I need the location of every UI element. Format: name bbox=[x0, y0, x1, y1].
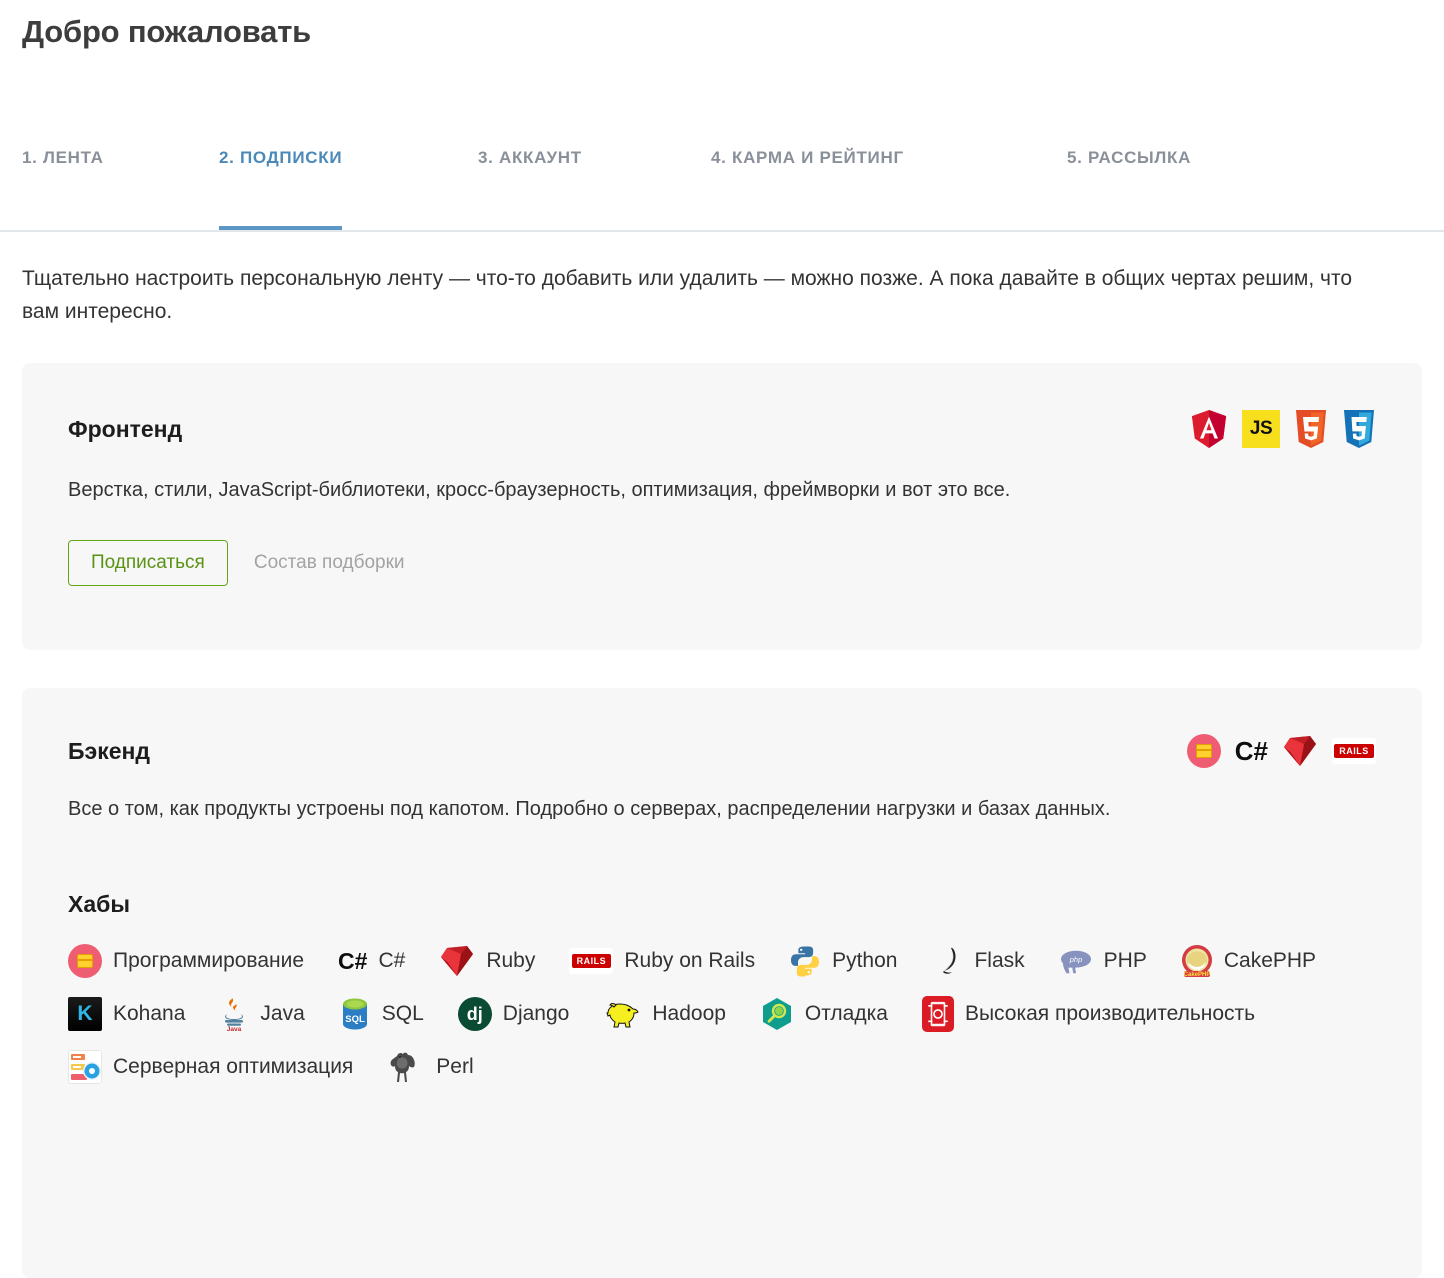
sql-icon: SQL bbox=[339, 996, 371, 1032]
page-title: Добро пожаловать bbox=[22, 14, 312, 49]
card-frontend-description: Верстка, стили, JavaScript-библиотеки, к… bbox=[68, 479, 1011, 501]
hub-ruby[interactable]: Ruby bbox=[439, 945, 535, 977]
card-backend-title: Бэкенд bbox=[68, 737, 151, 764]
debug-icon bbox=[760, 997, 794, 1031]
card-frontend-icons: JS bbox=[1190, 409, 1376, 449]
flask-icon bbox=[931, 945, 963, 977]
programming-icon bbox=[68, 944, 102, 978]
composition-link-frontend[interactable]: Состав подборки bbox=[254, 552, 405, 574]
card-backend: Бэкенд C# RAILS Все о том, как продукты … bbox=[22, 688, 1422, 1278]
hub-label: Kohana bbox=[113, 1002, 186, 1025]
hubs-title: Хабы bbox=[68, 891, 130, 917]
hub-php[interactable]: php PHP bbox=[1059, 946, 1147, 976]
hub-label: Python bbox=[832, 949, 898, 972]
svg-text:Java: Java bbox=[227, 1026, 242, 1032]
hub-label: Hadoop bbox=[652, 1002, 726, 1025]
csharp-icon: C# bbox=[1234, 736, 1268, 766]
programming-icon bbox=[1186, 734, 1221, 768]
subscribe-button-frontend[interactable]: Подписаться bbox=[68, 540, 228, 586]
hub-sql[interactable]: SQL SQL bbox=[339, 996, 424, 1032]
hub-label: Ruby bbox=[486, 949, 536, 972]
server-optimization-icon bbox=[68, 1050, 102, 1084]
card-backend-header: Бэкенд C# RAILS bbox=[22, 688, 1422, 768]
hub-label: SQL bbox=[381, 1002, 424, 1025]
rails-icon: RAILS bbox=[1332, 738, 1376, 764]
hub-programming[interactable]: Программирование bbox=[68, 944, 304, 978]
django-icon: dj bbox=[457, 997, 492, 1031]
card-frontend-title: Фронтенд bbox=[68, 415, 183, 442]
rails-icon: RAILS bbox=[569, 948, 614, 974]
tab-karma-rating[interactable]: 4. КАРМА И РЕЙТИНГ bbox=[711, 148, 904, 228]
hub-cakephp[interactable]: CakePHP CakePHP bbox=[1181, 944, 1316, 978]
javascript-icon: JS bbox=[1242, 410, 1280, 448]
html5-icon bbox=[1294, 409, 1328, 449]
hub-label: Django bbox=[502, 1002, 570, 1025]
svg-text:php: php bbox=[1068, 955, 1082, 964]
hub-label: Отладка bbox=[804, 1002, 888, 1025]
hub-java[interactable]: Java Java bbox=[219, 996, 305, 1032]
java-icon: Java bbox=[219, 996, 249, 1032]
css3-icon bbox=[1342, 409, 1376, 449]
hub-hadoop[interactable]: Hadoop bbox=[603, 999, 726, 1029]
hadoop-icon bbox=[603, 999, 641, 1029]
card-backend-icons: C# RAILS bbox=[1186, 734, 1376, 768]
hub-ruby-on-rails[interactable]: RAILS Ruby on Rails bbox=[569, 948, 755, 974]
hub-label: PHP bbox=[1103, 949, 1147, 972]
hub-label: Flask bbox=[974, 949, 1025, 972]
intro-text: Тщательно настроить персональную ленту —… bbox=[22, 267, 1353, 323]
hub-label: Серверная оптимизация bbox=[113, 1055, 354, 1078]
cakephp-icon: CakePHP bbox=[1181, 944, 1213, 978]
hub-label: Программирование bbox=[113, 949, 305, 972]
card-frontend-actions: Подписаться Состав подборки bbox=[22, 540, 1422, 586]
hub-perl[interactable]: Perl bbox=[387, 1050, 474, 1084]
hub-label: Ruby on Rails bbox=[624, 949, 756, 972]
hubs-list: Программирование C# C# Ruby RAILS Ruby o… bbox=[22, 944, 1422, 1084]
angular-icon bbox=[1190, 409, 1228, 449]
card-backend-description: Все о том, как продукты устроены под кап… bbox=[68, 798, 1111, 820]
tab-feed[interactable]: 1. ЛЕНТА bbox=[22, 148, 104, 228]
tab-account[interactable]: 3. АККАУНТ bbox=[478, 148, 582, 228]
hub-label: Высокая производительность bbox=[964, 1002, 1256, 1025]
hub-server-optimization[interactable]: Серверная оптимизация bbox=[68, 1050, 353, 1084]
hub-label: Java bbox=[260, 1002, 305, 1025]
hub-label: CakePHP bbox=[1223, 949, 1317, 972]
onboarding-page: Добро пожаловать 1. ЛЕНТА 2. ПОДПИСКИ 3.… bbox=[0, 0, 1444, 1278]
ruby-icon bbox=[1282, 735, 1318, 767]
svg-text:SQL: SQL bbox=[345, 1014, 365, 1025]
hub-label: Perl bbox=[436, 1055, 474, 1078]
onboarding-tabs: 1. ЛЕНТА 2. ПОДПИСКИ 3. АККАУНТ 4. КАРМА… bbox=[0, 148, 1444, 232]
card-frontend: Фронтенд JS Верстка, стили, JavaScript-б… bbox=[22, 363, 1422, 650]
kohana-icon: K bbox=[68, 997, 102, 1031]
csharp-icon: C# bbox=[338, 947, 368, 974]
hub-django[interactable]: dj Django bbox=[457, 997, 570, 1031]
svg-text:CakePHP: CakePHP bbox=[1184, 972, 1211, 978]
hub-label: C# bbox=[378, 949, 406, 972]
highload-icon bbox=[921, 996, 954, 1032]
perl-icon bbox=[387, 1050, 425, 1084]
python-icon bbox=[789, 945, 821, 977]
card-frontend-header: Фронтенд JS bbox=[22, 363, 1422, 449]
hub-kohana[interactable]: K Kohana bbox=[68, 997, 185, 1031]
hub-python[interactable]: Python bbox=[789, 945, 897, 977]
hub-flask[interactable]: Flask bbox=[931, 945, 1025, 977]
php-icon: php bbox=[1059, 946, 1093, 976]
hub-high-performance[interactable]: Высокая производительность bbox=[921, 996, 1256, 1032]
tab-newsletter[interactable]: 5. РАССЫЛКА bbox=[1067, 148, 1191, 228]
ruby-icon bbox=[439, 945, 475, 977]
hub-debug[interactable]: Отладка bbox=[760, 997, 888, 1031]
hub-csharp[interactable]: C# C# bbox=[338, 949, 405, 973]
tab-subscriptions[interactable]: 2. ПОДПИСКИ bbox=[219, 148, 343, 230]
